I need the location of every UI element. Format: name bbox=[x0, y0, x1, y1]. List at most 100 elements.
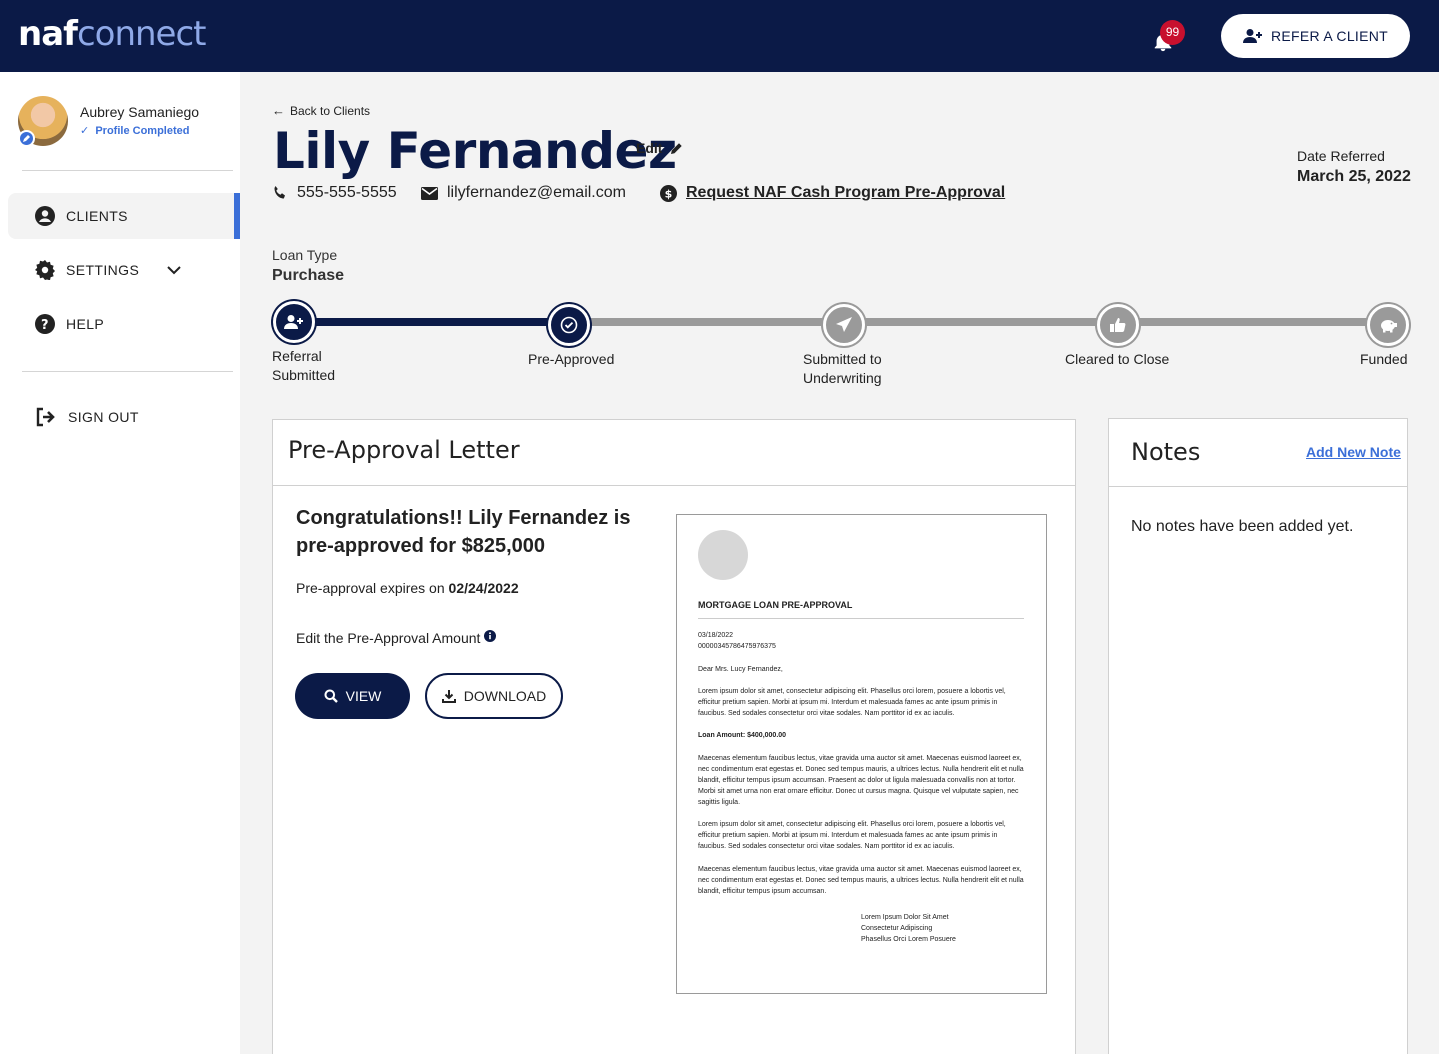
view-button[interactable]: VIEW bbox=[295, 673, 410, 719]
step-label-line: Funded bbox=[1360, 351, 1408, 367]
letter-preview[interactable]: MORTGAGE LOAN PRE-APPROVAL 03/18/2022 00… bbox=[676, 514, 1047, 994]
edit-amount-label: Edit the Pre-Approval Amount bbox=[296, 630, 481, 646]
letter-text-line: blandit, efficitur tempus ipsum accumsan… bbox=[698, 777, 1016, 784]
step-label-referral-submitted: Referral Submitted bbox=[272, 347, 335, 385]
piggy-bank-icon bbox=[1381, 320, 1397, 333]
sidebar-item-label: SETTINGS bbox=[66, 262, 140, 278]
expires-prefix: Pre-approval expires on bbox=[296, 580, 449, 596]
edit-label: Edit bbox=[636, 140, 663, 156]
step-cleared-to-close bbox=[1097, 304, 1139, 346]
sidebar-divider bbox=[22, 371, 233, 372]
step-label-cleared-to-close: Cleared to Close bbox=[1065, 350, 1169, 369]
step-label-line: Cleared to Close bbox=[1065, 351, 1170, 367]
letter-signature-line: Consectetur Adipiscing bbox=[861, 925, 933, 932]
card-divider bbox=[273, 485, 1075, 486]
step-label-submitted-underwriting: Submitted to Underwriting bbox=[803, 350, 882, 388]
letter-text-line: efficitur pretium sapien. Morbi at ipsum… bbox=[698, 832, 998, 839]
date-referred-label: Date Referred bbox=[1297, 148, 1385, 164]
progress-track-remaining bbox=[588, 318, 1378, 326]
step-label-line: Submitted bbox=[272, 367, 336, 383]
nafconnect-logo[interactable]: nafconnect bbox=[18, 14, 206, 54]
letter-rule bbox=[698, 618, 1024, 619]
add-note-link[interactable]: Add New Note bbox=[1306, 444, 1401, 460]
search-icon bbox=[324, 689, 338, 703]
notification-badge: 99 bbox=[1160, 20, 1185, 45]
back-to-clients-link[interactable]: ← Back to Clients bbox=[272, 103, 370, 118]
sidebar-item-clients[interactable]: CLIENTS bbox=[8, 193, 240, 239]
letter-text-line: faucibus. Sed sodales consectetur orci v… bbox=[698, 843, 955, 850]
expires-date: 02/24/2022 bbox=[448, 580, 519, 596]
envelope-icon bbox=[421, 186, 438, 200]
sign-out-label: SIGN OUT bbox=[68, 409, 139, 425]
sidebar-item-label: CLIENTS bbox=[66, 208, 128, 224]
refer-client-button[interactable]: REFER A CLIENT bbox=[1221, 14, 1410, 58]
avatar-edit-icon[interactable] bbox=[18, 130, 35, 147]
cash-program-label: Request NAF Cash Program Pre-Approval bbox=[686, 184, 1006, 201]
edit-amount-link[interactable]: Edit the Pre-Approval Amount bbox=[296, 630, 497, 646]
letter-salutation: Dear Mrs. Lucy Fernandez, bbox=[698, 666, 783, 673]
letter-logo-placeholder bbox=[698, 530, 748, 580]
step-label-pre-approved: Pre-Approved bbox=[528, 350, 614, 369]
date-referred-value: March 25, 2022 bbox=[1297, 168, 1411, 185]
notes-title: Notes bbox=[1131, 438, 1201, 466]
sidebar-divider bbox=[22, 170, 233, 171]
thumbs-up-icon bbox=[1110, 318, 1126, 332]
sign-out-button[interactable]: SIGN OUT bbox=[8, 394, 240, 440]
letter-ref: 00000345786475976375 bbox=[698, 643, 776, 650]
letter-loan-amount: Loan Amount: $400,000.00 bbox=[698, 732, 787, 739]
sidebar-item-settings[interactable]: SETTINGS bbox=[8, 247, 240, 293]
pre-approval-title: Pre-Approval Letter bbox=[288, 436, 520, 464]
sidebar-item-help[interactable]: ? HELP bbox=[8, 301, 240, 347]
step-label-line: Submitted to bbox=[803, 351, 882, 367]
letter-text-line: Lorem ipsum dolor sit amet, consectetur … bbox=[698, 688, 1006, 695]
logo-connect-text: connect bbox=[76, 14, 207, 54]
svg-text:?: ? bbox=[41, 318, 49, 333]
download-label: DOWNLOAD bbox=[463, 688, 547, 704]
edit-client-button[interactable]: Edit bbox=[636, 140, 683, 156]
download-icon bbox=[441, 690, 456, 703]
client-email-value: lilyfernandez@email.com bbox=[447, 184, 626, 201]
notes-card: Notes Add New Note No notes have been ad… bbox=[1108, 418, 1408, 1054]
step-label-line: Pre-Approved bbox=[528, 351, 615, 367]
user-plus-icon bbox=[1242, 29, 1262, 43]
letter-signature-line: Phasellus Orci Lorem Posuere bbox=[861, 936, 956, 943]
sidebar: Aubrey Samaniego ✓ Profile Completed CLI… bbox=[0, 72, 240, 1054]
letter-text-line: Maecenas elementum faucibus lectus, vita… bbox=[698, 866, 1022, 873]
letter-text-line: blandit, efficitur tempus ipsum accumsan… bbox=[698, 888, 827, 895]
step-label-line: Referral bbox=[272, 348, 322, 364]
pencil-icon bbox=[671, 142, 683, 154]
step-label-funded: Funded bbox=[1360, 350, 1407, 369]
letter-date: 03/18/2022 bbox=[698, 632, 734, 639]
letter-text-line: faucibus. Sed sodales consectetur orci v… bbox=[698, 710, 955, 717]
check-badge-icon bbox=[560, 316, 578, 334]
arrow-left-icon: ← bbox=[272, 103, 285, 118]
letter-text-line: Morbi sit amet urna non erat ornare effi… bbox=[698, 788, 1019, 795]
user-name: Aubrey Samaniego bbox=[80, 104, 200, 120]
letter-signature-line: Lorem Ipsum Dolor Sit Amet bbox=[861, 914, 949, 921]
profile-status-label: Profile Completed bbox=[95, 125, 190, 137]
loan-type-label: Loan Type bbox=[272, 247, 338, 263]
info-icon[interactable] bbox=[484, 630, 497, 642]
chevron-down-icon[interactable] bbox=[166, 265, 182, 275]
step-referral-submitted bbox=[273, 301, 315, 343]
top-bar: nafconnect 99 REFER A CLIENT bbox=[0, 0, 1439, 72]
notes-empty-text: No notes have been added yet. bbox=[1131, 518, 1354, 535]
client-phone[interactable]: 555-555-5555 bbox=[272, 184, 397, 202]
pre-approval-card: Pre-Approval Letter Congratulations!! Li… bbox=[272, 419, 1076, 1054]
expiration-text: Pre-approval expires on 02/24/2022 bbox=[296, 580, 519, 596]
sidebar-item-label: HELP bbox=[66, 316, 105, 332]
profile-status: ✓ Profile Completed bbox=[80, 124, 189, 137]
dollar-circle-icon: $ bbox=[660, 184, 677, 202]
download-button[interactable]: DOWNLOAD bbox=[425, 673, 563, 719]
progress-track-complete bbox=[314, 318, 554, 326]
congrats-message: Congratulations!! Lily Fernandez is pre-… bbox=[296, 507, 631, 557]
logo-naf-text: naf bbox=[18, 14, 78, 54]
paper-plane-icon bbox=[836, 317, 852, 332]
check-icon: ✓ bbox=[80, 125, 90, 137]
letter-text-line: sagittis ligula. bbox=[698, 799, 741, 806]
client-email[interactable]: lilyfernandez@email.com bbox=[421, 184, 626, 202]
letter-heading: MORTGAGE LOAN PRE-APPROVAL bbox=[698, 600, 853, 610]
back-to-clients-label: Back to Clients bbox=[290, 103, 371, 118]
phone-icon bbox=[274, 186, 285, 199]
cash-program-link[interactable]: $ Request NAF Cash Program Pre-Approval bbox=[660, 184, 1005, 202]
